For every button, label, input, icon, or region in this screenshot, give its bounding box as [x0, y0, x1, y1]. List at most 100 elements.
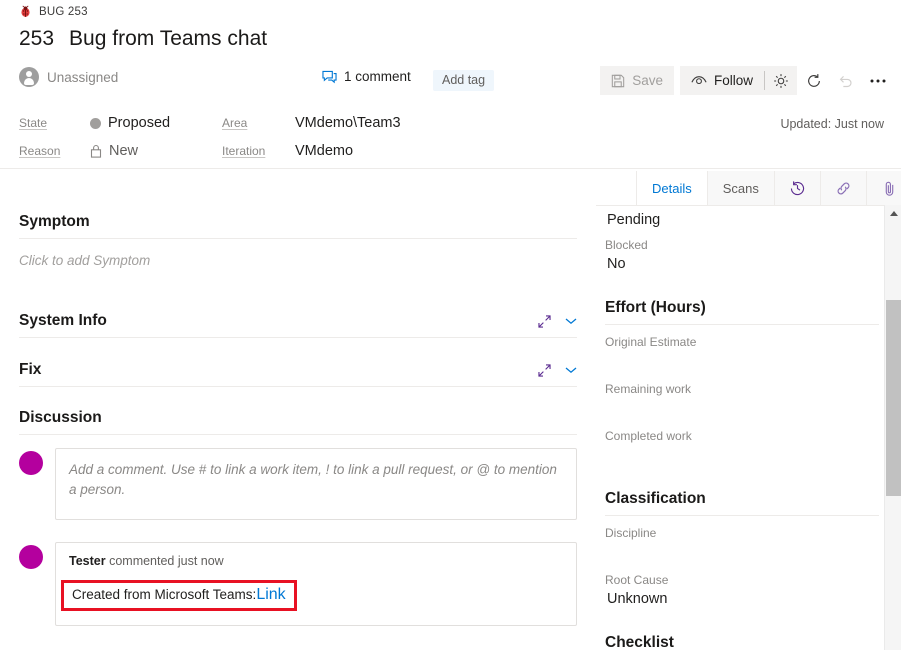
comment-meta: Tester commented just now — [69, 554, 563, 568]
chevron-down-icon[interactable] — [565, 366, 577, 374]
symptom-input[interactable]: Click to add Symptom — [19, 253, 577, 268]
save-button[interactable]: Save — [600, 66, 674, 95]
expand-diagonal-icon[interactable] — [537, 363, 552, 378]
gear-icon[interactable] — [765, 66, 797, 95]
comment-item: Tester commented just now Created from M… — [19, 542, 577, 626]
field-remaining-work-value — [605, 400, 879, 419]
new-comment-placeholder: Add a comment. Use # to link a work item… — [69, 462, 557, 497]
breadcrumb[interactable]: BUG 253 — [19, 5, 88, 18]
section-discussion-title: Discussion — [19, 409, 102, 427]
chevron-down-icon[interactable] — [565, 317, 577, 325]
work-item-subheader: Unassigned 1 comment Add tag — [0, 64, 901, 98]
field-completed-work-value — [605, 447, 879, 466]
follow-button[interactable]: Follow — [680, 66, 764, 95]
section-fix-header[interactable]: Fix — [19, 361, 577, 387]
avatar — [19, 451, 43, 475]
tab-details-label: Details — [652, 181, 692, 196]
section-symptom-title: Symptom — [19, 213, 90, 231]
field-remaining-work-label: Remaining work — [605, 382, 879, 396]
field-root-cause-label: Root Cause — [605, 573, 879, 587]
new-comment-input[interactable]: Add a comment. Use # to link a work item… — [55, 448, 577, 520]
field-completed-work[interactable]: Completed work — [605, 429, 879, 466]
details-scrollbar-track[interactable] — [884, 205, 901, 650]
work-item-header: BUG 253 253 Bug from Teams chat Unassign… — [0, 0, 901, 106]
field-state-label: State — [19, 116, 90, 130]
avatar — [19, 67, 39, 87]
follow-group: Follow — [680, 66, 797, 95]
section-discussion-header: Discussion — [19, 409, 577, 435]
field-root-cause[interactable]: Root Cause Unknown — [605, 573, 879, 610]
field-blocked[interactable]: Blocked No — [605, 238, 879, 275]
field-state-value: Proposed — [108, 115, 170, 131]
tab-history[interactable] — [775, 171, 821, 205]
eye-icon — [691, 74, 707, 87]
details-top-value[interactable]: Pending — [605, 212, 879, 228]
refresh-icon[interactable] — [799, 66, 829, 95]
field-discipline[interactable]: Discipline — [605, 526, 879, 563]
title-row: 253 Bug from Teams chat — [19, 27, 267, 51]
details-scrollbar-thumb[interactable] — [886, 300, 901, 496]
work-item-fields: State Proposed Reason New Area VMdemo\Te… — [0, 106, 901, 168]
tab-links[interactable] — [821, 171, 867, 205]
avatar — [19, 545, 43, 569]
paperclip-icon — [881, 180, 898, 197]
comment-text: Created from Microsoft Teams: — [72, 587, 256, 602]
field-original-estimate-value — [605, 353, 879, 372]
breadcrumb-label: BUG 253 — [39, 6, 88, 18]
updated-timestamp: Updated: Just now — [780, 117, 884, 131]
undo-icon[interactable] — [831, 66, 861, 95]
section-fix-tools — [537, 363, 577, 378]
comment-timestamp: commented just now — [109, 554, 224, 568]
field-area[interactable]: Area VMdemo\Team3 — [222, 115, 401, 131]
new-comment-row: Add a comment. Use # to link a work item… — [19, 448, 577, 520]
follow-button-label: Follow — [714, 73, 753, 88]
save-disk-icon — [611, 74, 625, 88]
group-classification-title: Classification — [605, 490, 879, 516]
section-system-info-title: System Info — [19, 312, 107, 330]
section-system-info-tools — [537, 314, 577, 329]
field-completed-work-label: Completed work — [605, 429, 879, 443]
field-iteration[interactable]: Iteration VMdemo — [222, 143, 353, 159]
group-checklist-title: Checklist — [605, 634, 879, 650]
field-original-estimate-label: Original Estimate — [605, 335, 879, 349]
field-area-label: Area — [222, 116, 295, 130]
comment-author[interactable]: Tester — [69, 554, 106, 568]
comment-bubble-icon — [322, 70, 337, 84]
field-original-estimate[interactable]: Original Estimate — [605, 335, 879, 372]
field-area-value: VMdemo\Team3 — [295, 115, 401, 131]
field-iteration-value: VMdemo — [295, 143, 353, 159]
field-reason[interactable]: Reason New — [19, 143, 138, 159]
details-tabs: Details Scans — [636, 171, 901, 205]
work-item-page: BUG 253 253 Bug from Teams chat Unassign… — [0, 0, 901, 650]
scroll-up-arrow-icon[interactable] — [885, 205, 901, 222]
work-item-title[interactable]: Bug from Teams chat — [69, 27, 267, 51]
section-system-info-header[interactable]: System Info — [19, 312, 577, 338]
field-iteration-label: Iteration — [222, 144, 295, 158]
assigned-to-field[interactable]: Unassigned — [19, 67, 118, 87]
section-symptom-header: Symptom — [19, 213, 577, 239]
field-state[interactable]: State Proposed — [19, 115, 170, 131]
details-panel: Pending Blocked No Effort (Hours) Origin… — [596, 205, 901, 650]
field-reason-value: New — [109, 143, 138, 159]
tab-details[interactable]: Details — [636, 171, 708, 205]
field-blocked-value: No — [605, 256, 879, 275]
field-discipline-value — [605, 544, 879, 563]
field-remaining-work[interactable]: Remaining work — [605, 382, 879, 419]
save-button-label: Save — [632, 73, 663, 88]
add-tag-button[interactable]: Add tag — [433, 70, 494, 91]
expand-diagonal-icon[interactable] — [537, 314, 552, 329]
comment-count-link[interactable]: 1 comment — [322, 69, 411, 84]
assigned-to-label: Unassigned — [47, 70, 118, 85]
ellipsis-icon[interactable] — [863, 66, 893, 95]
teams-link[interactable]: Link — [256, 586, 285, 603]
group-effort-title: Effort (Hours) — [605, 299, 879, 325]
comment-card: Tester commented just now Created from M… — [55, 542, 577, 626]
field-root-cause-value: Unknown — [605, 591, 879, 610]
tab-scans[interactable]: Scans — [708, 171, 775, 205]
work-item-toolbar: Save Follow — [600, 66, 893, 95]
field-state-value-wrap: Proposed — [90, 115, 170, 131]
tab-attachments[interactable] — [867, 171, 901, 205]
link-icon — [835, 180, 852, 197]
state-dot-icon — [90, 118, 101, 129]
field-reason-label: Reason — [19, 144, 90, 158]
